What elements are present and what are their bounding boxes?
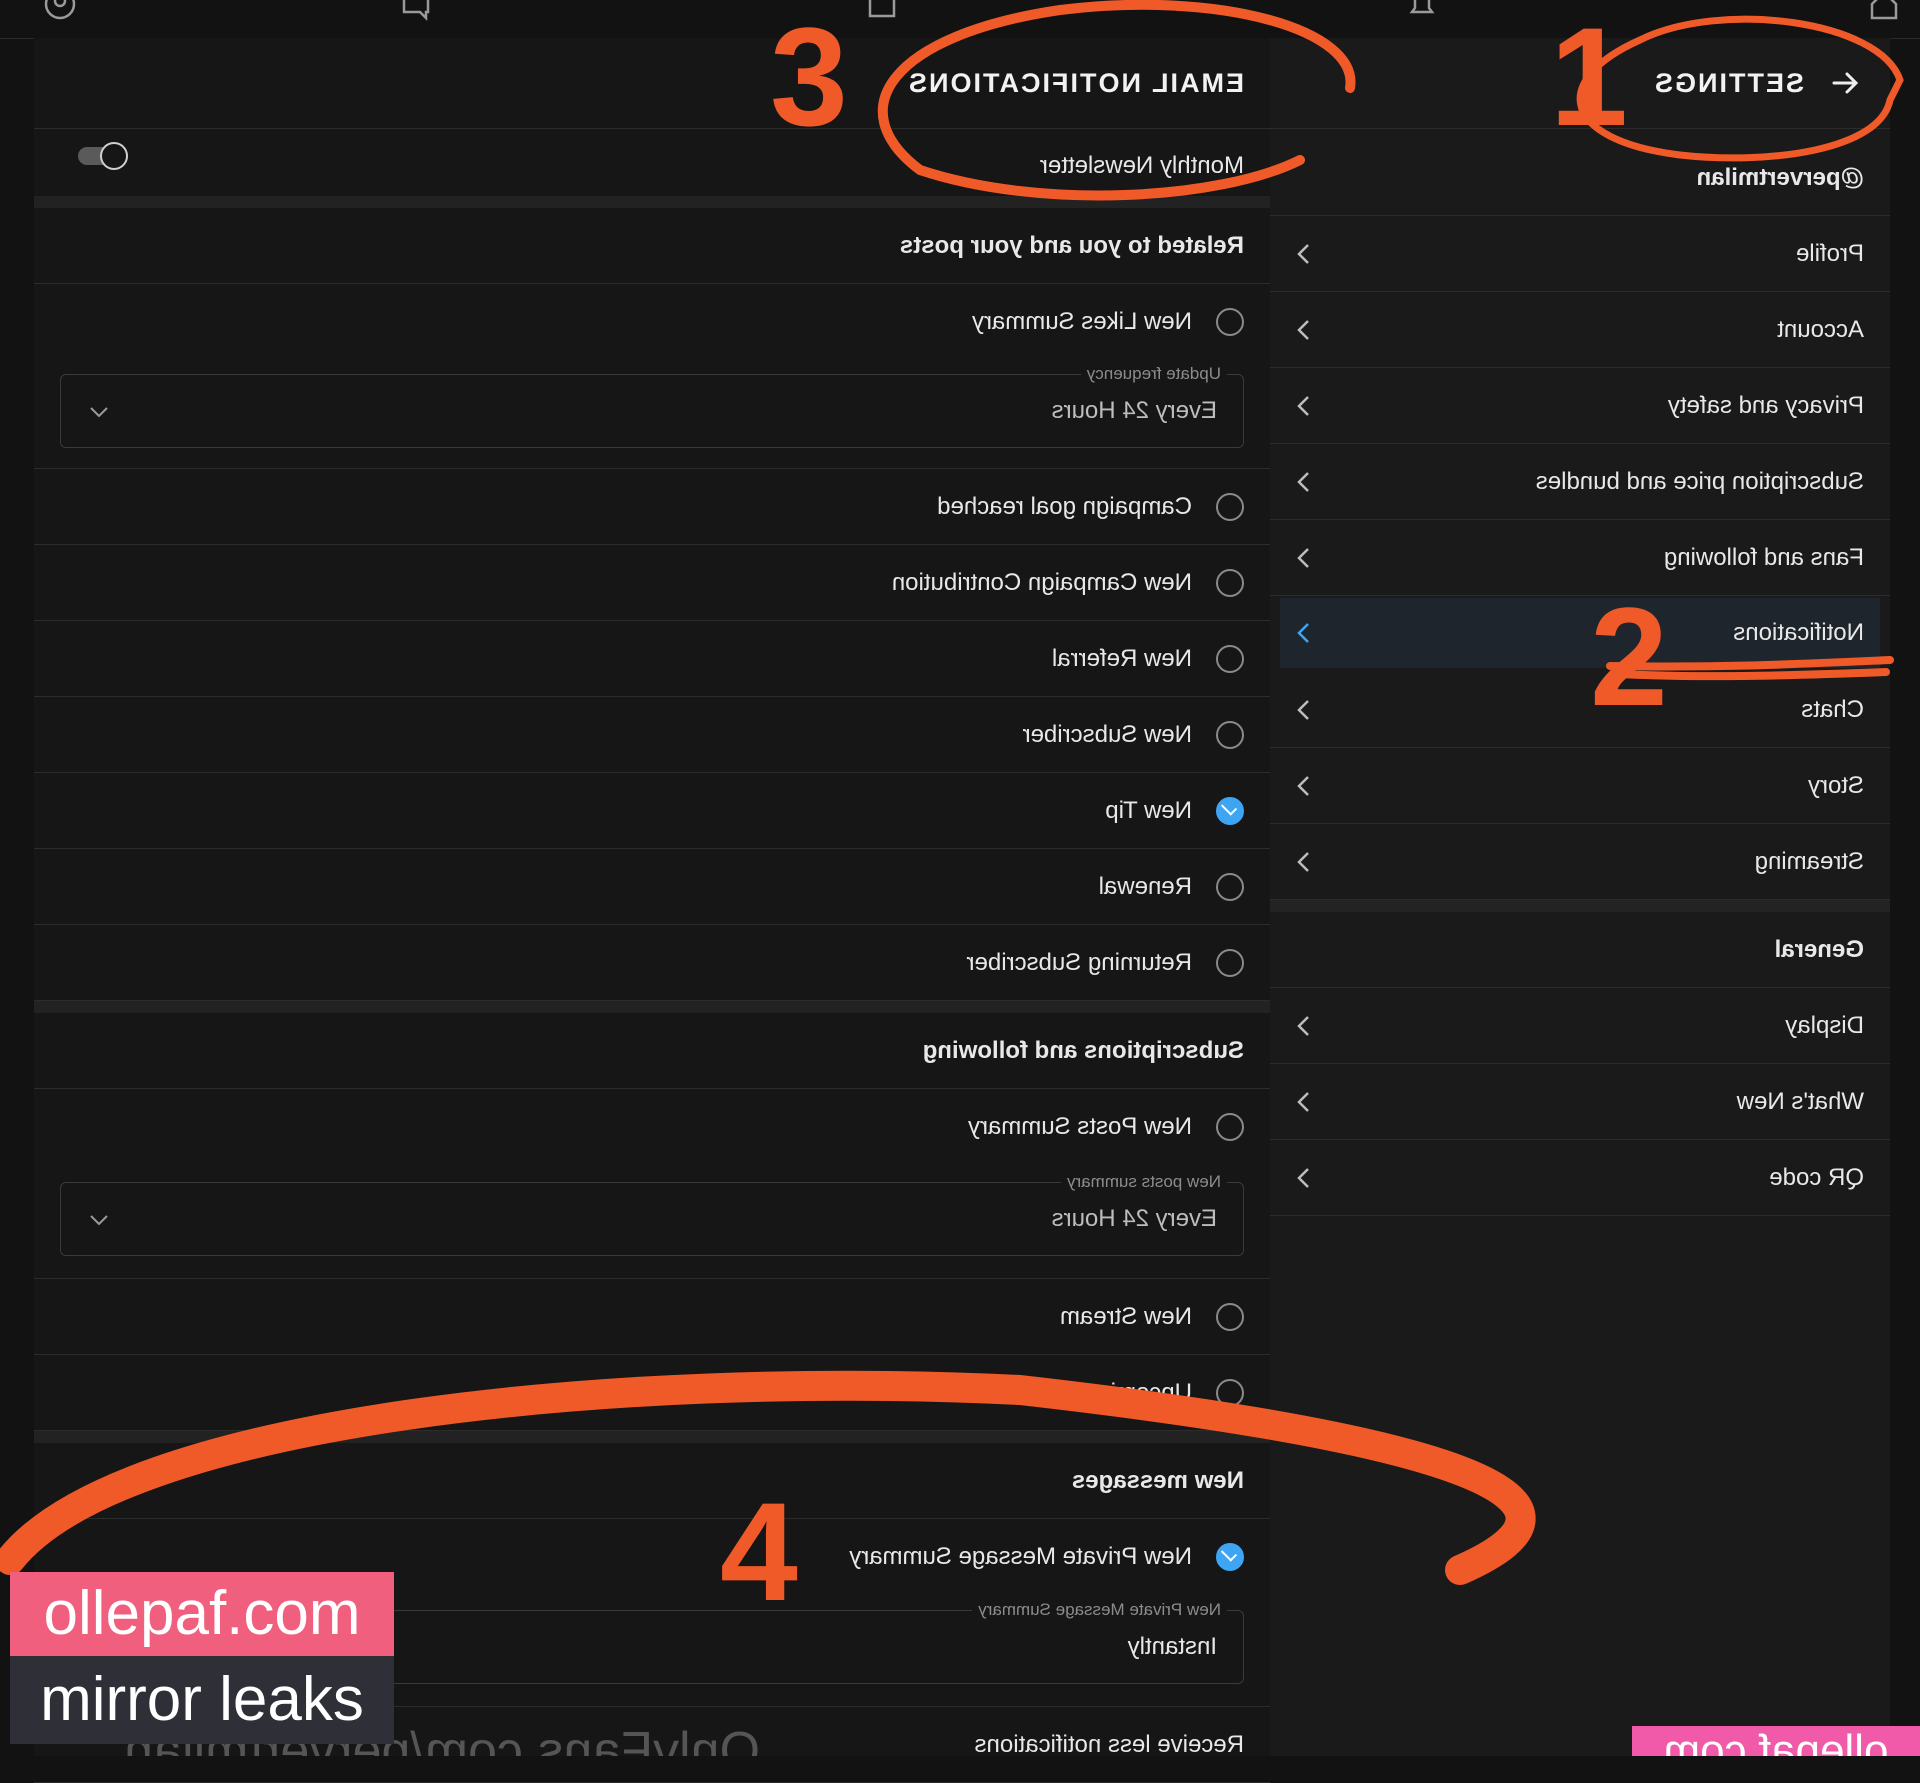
section-divider [1270,900,1890,912]
new-tip-row[interactable]: New Tip [34,773,1270,849]
update-frequency-select[interactable]: Update frequency Every 24 Hours [60,364,1244,448]
section-divider [34,196,1270,208]
returning-subscriber-row[interactable]: Returning Subscriber [34,925,1270,1001]
sidebar-item-notifications[interactable]: Notifications [1280,598,1880,668]
section-messages-heading: New messages [34,1443,1270,1519]
top-navigation-bar [0,0,1920,39]
chevron-right-icon [1297,1016,1309,1036]
chevron-down-icon [90,407,108,418]
watermark-caption: mirror leaks [10,1656,394,1744]
sidebar-item-qr-code[interactable]: QR code [1270,1140,1890,1216]
chevron-right-icon [1297,700,1309,720]
new-subscriber-row[interactable]: New Subscriber [34,697,1270,773]
chevron-right-icon [1297,1092,1309,1112]
new-stream-checkbox[interactable] [1216,1303,1244,1331]
settings-username: @pervertmilan [1270,140,1890,216]
watermark-site: ollepaf.com [10,1572,394,1656]
chevron-down-icon [90,1215,108,1226]
email-notifications-header: EMAIL NOTIFICATIONS [34,38,1270,129]
new-posts-summary-checkbox[interactable] [1216,1113,1244,1141]
new-likes-summary-checkbox[interactable] [1216,308,1244,336]
sidebar-item-story[interactable]: Story [1270,748,1890,824]
messages-icon[interactable] [398,0,434,22]
email-notifications-title: EMAIL NOTIFICATIONS [907,67,1244,98]
new-stream-row[interactable]: New Stream [34,1279,1270,1355]
monthly-newsletter-toggle[interactable] [78,142,128,170]
settings-general-heading: General [1270,912,1890,988]
mirrored-screen: SETTINGS @pervertmilan Profile Account P… [0,0,1920,1783]
settings-title: SETTINGS [1652,67,1804,98]
chevron-right-icon [1297,776,1309,796]
new-posts-summary-select[interactable]: New posts summary Every 24 Hours [60,1172,1244,1256]
sidebar-item-chats[interactable]: Chats [1270,672,1890,748]
back-arrow-icon[interactable] [1828,66,1862,100]
chevron-right-icon [1297,1168,1309,1188]
profile-avatar-icon[interactable] [42,0,78,22]
notifications-bell-icon[interactable] [1404,0,1440,22]
section-subscriptions-heading: Subscriptions and following [34,1013,1270,1089]
sidebar-item-streaming[interactable]: Streaming [1270,824,1890,900]
renewal-checkbox[interactable] [1216,873,1244,901]
chevron-right-icon [1297,548,1309,568]
upcoming-stream-row[interactable]: Upcoming stream reminders [34,1355,1270,1431]
section-divider [34,1001,1270,1013]
sidebar-item-fans[interactable]: Fans and following [1270,520,1890,596]
chevron-right-icon [1297,320,1309,340]
chevron-right-icon [1297,852,1309,872]
new-posts-summary-row[interactable]: New Posts Summary [34,1089,1270,1165]
campaign-goal-checkbox[interactable] [1216,493,1244,521]
sidebar-item-subscription[interactable]: Subscription price and bundles [1270,444,1890,520]
new-subscriber-checkbox[interactable] [1216,721,1244,749]
new-tip-checkbox[interactable] [1216,797,1244,825]
monthly-newsletter-row: Monthly Newsletter [34,128,1270,204]
campaign-goal-row[interactable]: Campaign goal reached [34,469,1270,545]
settings-sidebar: SETTINGS @pervertmilan Profile Account P… [1269,38,1890,1756]
sidebar-item-account[interactable]: Account [1270,292,1890,368]
watermark-corner: ollepaf.com [1632,1726,1920,1756]
renewal-row[interactable]: Renewal [34,849,1270,925]
email-notifications-panel: EMAIL NOTIFICATIONS Monthly Newsletter R… [34,38,1270,1783]
new-referral-checkbox[interactable] [1216,645,1244,673]
chevron-right-icon [1297,396,1309,416]
new-private-message-checkbox[interactable] [1216,1543,1244,1571]
returning-subscriber-checkbox[interactable] [1216,949,1244,977]
section-posts-heading: Related to you and your posts [34,208,1270,284]
toggle-knob [100,142,128,170]
upcoming-stream-checkbox[interactable] [1216,1379,1244,1407]
sidebar-item-display[interactable]: Display [1270,988,1890,1064]
new-campaign-contribution-checkbox[interactable] [1216,569,1244,597]
new-likes-summary-row[interactable]: New Likes Summary [34,284,1270,360]
add-post-icon[interactable] [864,0,900,22]
chevron-right-icon [1297,472,1309,492]
chevron-right-icon [1297,244,1309,264]
new-campaign-contribution-row[interactable]: New Campaign Contribution [34,545,1270,621]
sidebar-item-privacy[interactable]: Privacy and safety [1270,368,1890,444]
chevron-right-icon [1297,623,1309,643]
new-referral-row[interactable]: New Referral [34,621,1270,697]
section-divider [34,1431,1270,1443]
sidebar-item-whats-new[interactable]: What's New [1270,1064,1890,1140]
settings-header: SETTINGS [1270,38,1890,129]
sidebar-item-profile[interactable]: Profile [1270,216,1890,292]
home-icon[interactable] [1866,0,1902,22]
